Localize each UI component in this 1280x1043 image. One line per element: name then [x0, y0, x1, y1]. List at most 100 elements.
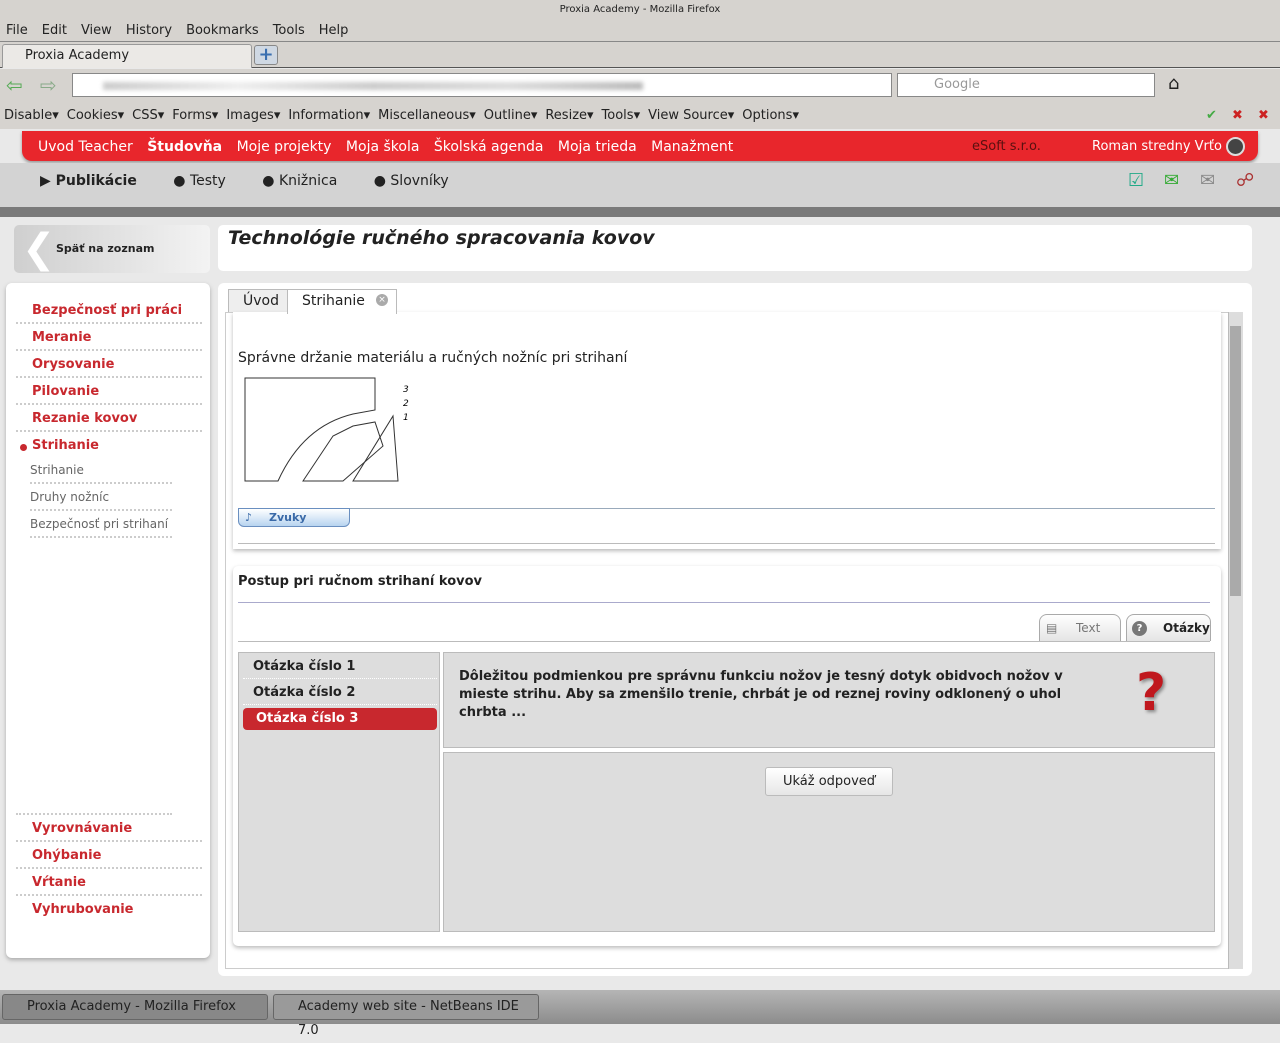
- url-input[interactable]: [72, 73, 892, 97]
- figure-caption: Správne držanie materiálu a ručných nožn…: [238, 350, 628, 366]
- subnav-kniznica[interactable]: ● Knižnica: [262, 173, 353, 189]
- dev-css[interactable]: CSS▾: [132, 108, 164, 123]
- dev-images[interactable]: Images▾: [226, 108, 280, 123]
- menu-view[interactable]: View: [81, 20, 112, 41]
- sidebar-subitem[interactable]: Druhy nožníc: [30, 484, 172, 511]
- sidebar-item[interactable]: Vyrovnávanie: [16, 815, 202, 842]
- divider: [0, 207, 1280, 217]
- menu-bar: File Edit View History Bookmarks Tools Help: [0, 20, 1280, 41]
- menu-help[interactable]: Help: [319, 20, 349, 41]
- question-list: Otázka číslo 1 Otázka číslo 2 Otázka čís…: [238, 652, 440, 932]
- error-icon[interactable]: ✖: [1232, 108, 1243, 123]
- mail-icon[interactable]: ✉: [1200, 163, 1215, 199]
- back-arrow-icon[interactable]: ⇦: [6, 73, 23, 97]
- question-item[interactable]: Otázka číslo 1: [243, 655, 437, 679]
- sidebar-item[interactable]: Vyhrubovanie: [16, 896, 202, 923]
- forward-arrow-icon[interactable]: ⇨: [40, 73, 57, 97]
- dev-cookies[interactable]: Cookies▾: [67, 108, 124, 123]
- dev-resize[interactable]: Resize▾: [545, 108, 593, 123]
- nav-uvod[interactable]: Uvod Teacher: [38, 139, 133, 155]
- menu-edit[interactable]: Edit: [42, 20, 67, 41]
- help-icon: ?: [1132, 621, 1147, 636]
- tab-questions[interactable]: ? Otázky: [1126, 614, 1211, 641]
- dev-outline[interactable]: Outline▾: [484, 108, 538, 123]
- dev-disable[interactable]: Disable▾: [4, 108, 59, 123]
- menu-file[interactable]: File: [6, 20, 28, 41]
- sidebar-subitem[interactable]: Strihanie: [30, 457, 172, 484]
- dev-view-source[interactable]: View Source▾: [648, 108, 734, 123]
- power-icon[interactable]: [1226, 137, 1245, 156]
- page-title: Technológie ručného spracovania kovov: [218, 225, 1252, 271]
- nav-toolbar: ⇦ ⇨ Google ⌂: [0, 69, 1280, 101]
- figure-label: 1: [403, 413, 409, 423]
- nav-studovna[interactable]: Študovňa: [147, 139, 222, 155]
- dev-misc[interactable]: Miscellaneous▾: [378, 108, 476, 123]
- dev-information[interactable]: Information▾: [288, 108, 370, 123]
- divider: [238, 508, 1215, 509]
- scrollbar-thumb[interactable]: [1230, 326, 1241, 596]
- sidebar-item[interactable]: Pilovanie: [16, 378, 202, 405]
- new-tab-button[interactable]: +: [254, 45, 278, 65]
- question-item-active[interactable]: Otázka číslo 3: [243, 708, 437, 730]
- subnav-testy[interactable]: ● Testy: [173, 173, 242, 189]
- search-input[interactable]: Google: [897, 73, 1155, 97]
- check-icon[interactable]: ✔: [1206, 108, 1217, 123]
- tab-uvod[interactable]: Úvod: [228, 289, 294, 313]
- close-tab-icon[interactable]: ×: [376, 294, 388, 306]
- section-title: Postup pri ručnom strihaní kovov: [238, 574, 483, 589]
- menu-tools[interactable]: Tools: [273, 20, 305, 41]
- sidebar-item[interactable]: Rezanie kovov: [16, 405, 202, 432]
- web-developer-toolbar: Disable▾ Cookies▾ CSS▾ Forms▾ Images▾ Informa…: [0, 101, 1280, 129]
- tab-text[interactable]: ▤ Text: [1039, 614, 1121, 641]
- divider: [238, 641, 1210, 642]
- sidebar-item-active[interactable]: Strihanie: [16, 432, 202, 459]
- question-item[interactable]: Otázka číslo 2: [243, 681, 437, 705]
- subnav-slovniky[interactable]: ● Slovníky: [374, 173, 465, 189]
- nav-agenda[interactable]: Školská agenda: [434, 139, 544, 155]
- top-nav: Uvod Teacher Študovňa Moje projekty Moja…: [22, 131, 1258, 161]
- browser-tab[interactable]: Proxia Academy: [2, 44, 252, 68]
- home-icon[interactable]: ⌂: [1168, 73, 1179, 94]
- taskbar-item-netbeans[interactable]: Academy web site - NetBeans IDE 7.0: [273, 994, 539, 1038]
- window-titlebar: Proxia Academy - Mozilla Firefox: [0, 0, 1280, 20]
- company-name: eSoft s.r.o.: [972, 139, 1041, 154]
- network-icon[interactable]: ☍: [1236, 163, 1254, 199]
- figure-label: 2: [403, 399, 409, 409]
- taskbar: Proxia Academy - Mozilla Firefox Academy…: [0, 990, 1280, 1038]
- dev-tools[interactable]: Tools▾: [602, 108, 641, 123]
- taskbar-item-firefox[interactable]: Proxia Academy - Mozilla Firefox: [2, 994, 268, 1020]
- sidebar-item[interactable]: Vŕtanie: [16, 869, 202, 896]
- figure-label: 3: [403, 385, 409, 395]
- sounds-button[interactable]: ♪ Zvuky: [238, 508, 350, 527]
- divider: [238, 543, 1215, 544]
- nav-manazment[interactable]: Manažment: [651, 139, 733, 155]
- sub-nav: ▶ Publikácie ● Testy ● Knižnica ● Slovní…: [0, 163, 1280, 207]
- dev-options[interactable]: Options▾: [742, 108, 799, 123]
- close-icon[interactable]: ✖: [1258, 108, 1269, 123]
- sidebar-item[interactable]: Meranie: [16, 324, 202, 351]
- nav-skola[interactable]: Moja škola: [346, 139, 420, 155]
- divider: [238, 602, 1210, 603]
- clipboard-check-icon[interactable]: ☑: [1128, 163, 1144, 199]
- active-dot: [20, 444, 27, 451]
- menu-bookmarks[interactable]: Bookmarks: [186, 20, 259, 41]
- sidebar-item[interactable]: Orysovanie: [16, 351, 202, 378]
- chevron-left-icon: ❮: [22, 226, 56, 272]
- sidebar-item[interactable]: Ohýbanie: [16, 842, 202, 869]
- question-text: Dôležitou podmienkou pre správnu funkciu…: [443, 652, 1215, 748]
- speaker-icon: ♪: [245, 511, 253, 524]
- sidebar-subitem[interactable]: Bezpečnosť pri strihaní: [30, 511, 172, 538]
- nav-trieda[interactable]: Moja trieda: [558, 139, 637, 155]
- subnav-publikacie[interactable]: ▶ Publikácie: [40, 173, 153, 189]
- show-answer-button[interactable]: Ukáž odpoveď: [765, 767, 893, 796]
- nav-projekty[interactable]: Moje projekty: [237, 139, 332, 155]
- tab-strihanie[interactable]: Strihanie ×: [287, 289, 397, 314]
- blurred-url: [103, 82, 643, 90]
- content-card: Správne držanie materiálu a ručných nožn…: [233, 312, 1221, 549]
- document-icon: ▤: [1046, 621, 1058, 635]
- dev-forms[interactable]: Forms▾: [172, 108, 218, 123]
- menu-history[interactable]: History: [126, 20, 172, 41]
- user-name[interactable]: Roman stredny Vrťo: [1092, 131, 1222, 163]
- mail-add-icon[interactable]: ✉: [1164, 163, 1179, 199]
- sidebar-item[interactable]: Bezpečnosť pri práci: [16, 297, 202, 324]
